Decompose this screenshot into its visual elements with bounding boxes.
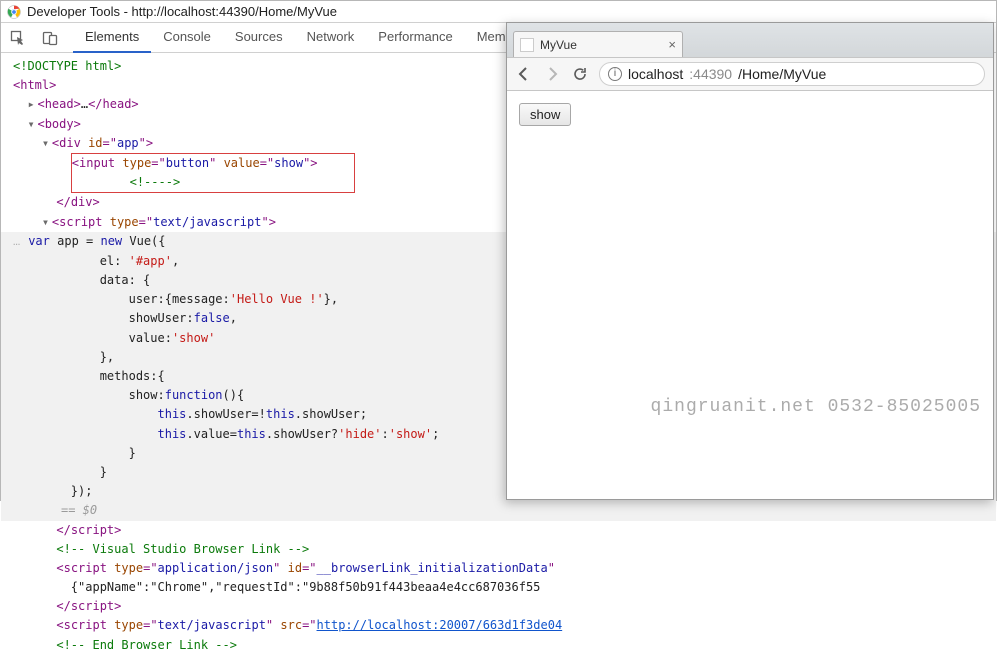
chrome-icon <box>7 5 21 19</box>
tab-performance[interactable]: Performance <box>366 22 464 53</box>
tab-network[interactable]: Network <box>295 22 367 53</box>
tab-console[interactable]: Console <box>151 22 223 53</box>
browser-tabstrip: MyVue × <box>507 23 993 57</box>
url-host: localhost <box>628 66 683 82</box>
watermark-text: qingruanit.net 0532-85025005 <box>651 397 981 417</box>
site-info-icon[interactable]: i <box>608 67 622 81</box>
window-title: Developer Tools - http://localhost:44390… <box>27 4 337 19</box>
tab-sources[interactable]: Sources <box>223 22 295 53</box>
expand-toggle-icon[interactable] <box>27 95 37 114</box>
show-button[interactable]: show <box>519 103 571 126</box>
back-icon[interactable] <box>515 65 533 83</box>
url-path: /Home/MyVue <box>738 66 826 82</box>
browser-toolbar: i localhost :44390/Home/MyVue <box>507 57 993 91</box>
expand-toggle-icon[interactable] <box>27 115 37 134</box>
close-icon[interactable]: × <box>668 38 676 51</box>
url-port: :44390 <box>689 66 732 82</box>
expand-toggle-icon[interactable] <box>42 134 52 153</box>
reload-icon[interactable] <box>571 65 589 83</box>
favicon-icon <box>520 38 534 52</box>
inspect-element-icon[interactable] <box>9 29 27 47</box>
selected-node-highlight: <input type="button" value="show"> <!---… <box>71 153 355 193</box>
browser-tab[interactable]: MyVue × <box>513 31 683 57</box>
expand-toggle-icon[interactable] <box>42 213 52 232</box>
dom-doctype: <!DOCTYPE html> <box>13 59 121 73</box>
page-content: show qingruanit.net 0532-85025005 <box>507 91 993 499</box>
address-bar[interactable]: i localhost :44390/Home/MyVue <box>599 62 985 86</box>
browser-window: MyVue × i localhost :44390/Home/MyVue sho… <box>506 22 994 500</box>
devtools-tabs: Elements Console Sources Network Perform… <box>73 22 576 53</box>
window-titlebar: Developer Tools - http://localhost:44390… <box>1 1 996 23</box>
forward-icon[interactable] <box>543 65 561 83</box>
device-toggle-icon[interactable] <box>41 29 59 47</box>
tab-elements[interactable]: Elements <box>73 22 151 53</box>
tab-title: MyVue <box>540 38 577 52</box>
selected-node-hint: == $0 <box>1 501 996 520</box>
